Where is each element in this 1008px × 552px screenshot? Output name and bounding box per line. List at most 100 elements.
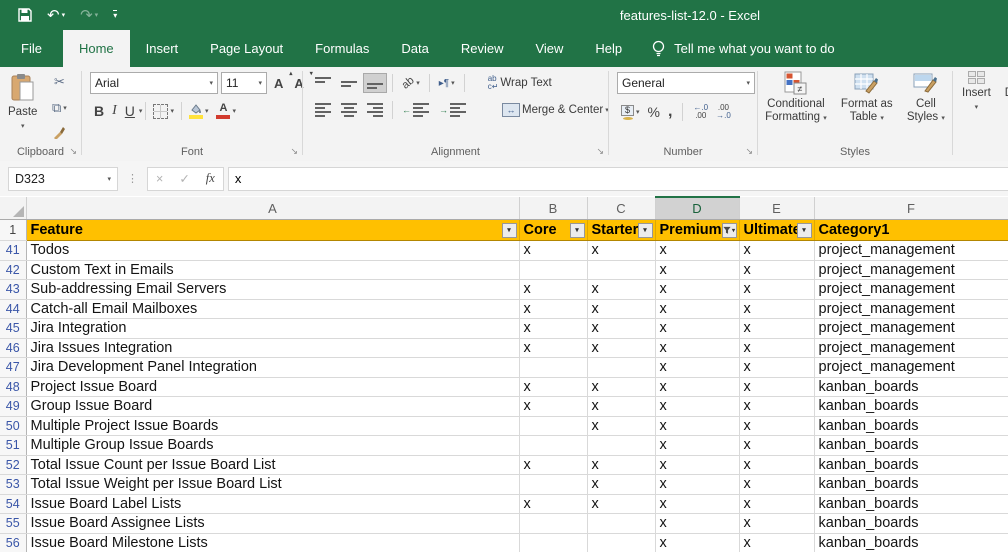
cell-ultimate[interactable]: x bbox=[739, 280, 814, 300]
cell-feature[interactable]: Issue Board Label Lists bbox=[26, 494, 519, 514]
borders-dropdown-icon[interactable]: ▾ bbox=[170, 107, 174, 115]
tab-data[interactable]: Data bbox=[385, 30, 444, 67]
select-all-button[interactable] bbox=[0, 197, 26, 220]
cell-feature[interactable]: Total Issue Weight per Issue Board List bbox=[26, 475, 519, 495]
row-number[interactable]: 49 bbox=[0, 397, 26, 417]
conditional-formatting-button[interactable]: ≠ Conditional Formatting ▾ bbox=[765, 67, 827, 143]
column-header-c[interactable]: C bbox=[587, 197, 655, 220]
alignment-dialog-launcher[interactable]: ↘ bbox=[596, 146, 604, 157]
cell-category[interactable]: project_management bbox=[814, 358, 1008, 378]
customize-quick-access-button[interactable]: ▾ bbox=[113, 10, 117, 20]
cell-category[interactable]: kanban_boards bbox=[814, 397, 1008, 417]
column-header-f[interactable]: F bbox=[814, 197, 1008, 220]
cell-starter[interactable]: x bbox=[587, 338, 655, 358]
row-number[interactable]: 53 bbox=[0, 475, 26, 495]
align-center-button[interactable] bbox=[337, 100, 361, 120]
row-number[interactable]: 41 bbox=[0, 241, 26, 261]
fill-color-button[interactable]: ▾ bbox=[185, 101, 213, 122]
header-cell-starter[interactable]: Starter ▾ bbox=[587, 220, 655, 241]
cell-ultimate[interactable]: x bbox=[739, 514, 814, 534]
tell-me-box[interactable]: Tell me what you want to do bbox=[652, 30, 834, 67]
row-number[interactable]: 52 bbox=[0, 455, 26, 475]
filter-button-ultimate[interactable]: ▾ bbox=[797, 223, 812, 238]
cell-starter[interactable]: x bbox=[587, 475, 655, 495]
decrease-decimal-button[interactable]: .00→.0 bbox=[712, 101, 735, 123]
cell-category[interactable]: kanban_boards bbox=[814, 494, 1008, 514]
cell-ultimate[interactable]: x bbox=[739, 241, 814, 261]
cell-premium[interactable]: x bbox=[655, 358, 739, 378]
cell-starter[interactable]: x bbox=[587, 397, 655, 417]
row-number[interactable]: 44 bbox=[0, 299, 26, 319]
cell-core[interactable]: x bbox=[519, 319, 587, 339]
cell-core[interactable]: x bbox=[519, 397, 587, 417]
cut-button[interactable]: ✂ bbox=[48, 71, 71, 93]
cell-feature[interactable]: Sub-addressing Email Servers bbox=[26, 280, 519, 300]
tab-file[interactable]: File bbox=[0, 30, 63, 67]
format-as-table-button[interactable]: Format as Table ▾ bbox=[841, 67, 893, 143]
row-number[interactable]: 55 bbox=[0, 514, 26, 534]
number-dialog-launcher[interactable]: ↘ bbox=[745, 146, 753, 157]
column-header-d-selected[interactable]: D bbox=[655, 197, 739, 220]
formula-input[interactable]: x bbox=[228, 167, 1008, 191]
undo-button[interactable]: ↶ ▾ bbox=[47, 8, 65, 23]
cell-core[interactable]: x bbox=[519, 377, 587, 397]
header-cell-feature[interactable]: Feature ▾ bbox=[26, 220, 519, 241]
font-color-button[interactable]: A ▾ bbox=[212, 100, 240, 122]
cell-ultimate[interactable]: x bbox=[739, 455, 814, 475]
cell-starter[interactable]: x bbox=[587, 319, 655, 339]
tab-home[interactable]: Home bbox=[63, 30, 130, 67]
tab-view[interactable]: View bbox=[519, 30, 579, 67]
cell-core[interactable] bbox=[519, 436, 587, 456]
filter-button-feature[interactable]: ▾ bbox=[502, 223, 517, 238]
cell-category[interactable]: project_management bbox=[814, 241, 1008, 261]
header-cell-category[interactable]: Category1 bbox=[814, 220, 1008, 241]
cell-premium[interactable]: x bbox=[655, 533, 739, 552]
cell-ultimate[interactable]: x bbox=[739, 260, 814, 280]
middle-align-button[interactable] bbox=[337, 73, 361, 93]
cell-feature[interactable]: Project Issue Board bbox=[26, 377, 519, 397]
merge-center-button[interactable]: ↔ Merge & Center ▾ bbox=[498, 100, 613, 120]
increase-font-size-button[interactable]: A ▴ bbox=[270, 73, 287, 94]
decrease-indent-button[interactable]: ← bbox=[398, 100, 433, 120]
cell-core[interactable]: x bbox=[519, 280, 587, 300]
number-format-combo[interactable]: General ▾ bbox=[617, 72, 755, 94]
header-cell-core[interactable]: Core ▾ bbox=[519, 220, 587, 241]
tab-formulas[interactable]: Formulas bbox=[299, 30, 385, 67]
undo-dropdown-icon[interactable]: ▾ bbox=[62, 12, 66, 19]
cell-feature[interactable]: Catch-all Email Mailboxes bbox=[26, 299, 519, 319]
cell-starter[interactable] bbox=[587, 260, 655, 280]
cell-starter[interactable]: x bbox=[587, 416, 655, 436]
increase-indent-button[interactable]: → bbox=[435, 100, 470, 120]
cell-category[interactable]: project_management bbox=[814, 260, 1008, 280]
text-direction-button[interactable]: ▸¶ ▾ bbox=[435, 75, 459, 92]
cell-feature[interactable]: Multiple Project Issue Boards bbox=[26, 416, 519, 436]
cell-ultimate[interactable]: x bbox=[739, 533, 814, 552]
copy-dropdown-icon[interactable]: ▾ bbox=[63, 104, 67, 112]
cell-premium[interactable]: x bbox=[655, 280, 739, 300]
filter-button-core[interactable]: ▾ bbox=[570, 223, 585, 238]
cell-feature[interactable]: Jira Development Panel Integration bbox=[26, 358, 519, 378]
cell-ultimate[interactable]: x bbox=[739, 475, 814, 495]
cell-starter[interactable] bbox=[587, 533, 655, 552]
row-number[interactable]: 48 bbox=[0, 377, 26, 397]
cell-ultimate[interactable]: x bbox=[739, 299, 814, 319]
cell-ultimate[interactable]: x bbox=[739, 319, 814, 339]
cell-feature[interactable]: Jira Integration bbox=[26, 319, 519, 339]
cell-starter[interactable]: x bbox=[587, 280, 655, 300]
font-size-combo[interactable]: 11 ▾ bbox=[221, 72, 267, 94]
accounting-dropdown-icon[interactable]: ▾ bbox=[636, 108, 640, 116]
paste-button[interactable]: Paste ▾ bbox=[8, 69, 37, 145]
enter-button[interactable]: ✓ bbox=[179, 171, 189, 186]
row-number[interactable]: 56 bbox=[0, 533, 26, 552]
cell-core[interactable]: x bbox=[519, 241, 587, 261]
save-button[interactable] bbox=[18, 8, 32, 22]
cell-category[interactable]: kanban_boards bbox=[814, 514, 1008, 534]
cell-premium[interactable]: x bbox=[655, 338, 739, 358]
percent-style-button[interactable]: % bbox=[644, 101, 664, 123]
row-number[interactable]: 47 bbox=[0, 358, 26, 378]
cell-starter[interactable]: x bbox=[587, 455, 655, 475]
cell-core[interactable] bbox=[519, 514, 587, 534]
top-align-button[interactable] bbox=[311, 73, 335, 93]
cell-feature[interactable]: Custom Text in Emails bbox=[26, 260, 519, 280]
insert-cells-button[interactable]: Insert ▾ bbox=[962, 67, 991, 143]
